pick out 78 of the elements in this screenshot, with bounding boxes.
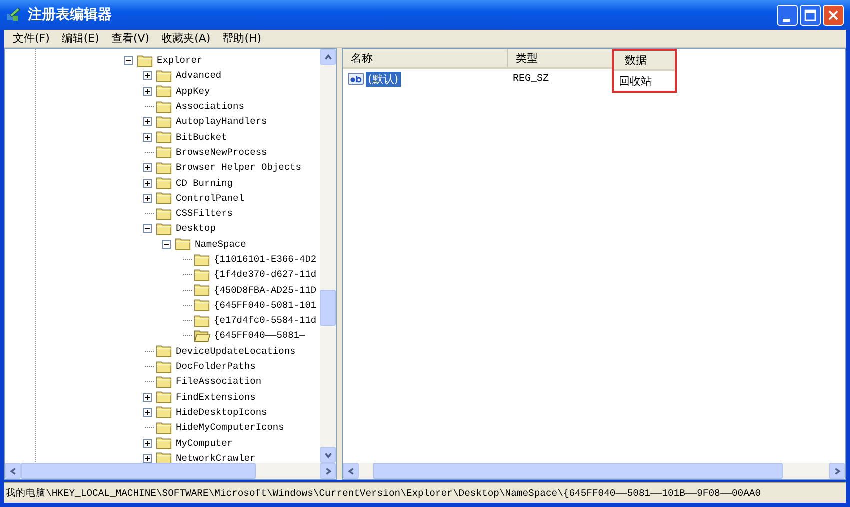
expand-icon[interactable] xyxy=(142,86,152,96)
chevron-left-icon xyxy=(346,466,356,476)
menu-item[interactable]: 查看(V) xyxy=(105,31,156,46)
expand-icon[interactable] xyxy=(142,408,152,417)
scroll-down-button[interactable] xyxy=(320,447,336,463)
tree-item[interactable]: HideDesktopIcons xyxy=(176,406,268,418)
horizontal-scrollbar[interactable] xyxy=(5,463,336,479)
scroll-left-button[interactable] xyxy=(343,463,359,479)
close-button[interactable] xyxy=(823,4,844,26)
expand-icon[interactable] xyxy=(142,132,152,142)
scroll-up-button[interactable] xyxy=(320,49,336,65)
maximize-button[interactable] xyxy=(800,4,821,26)
expand-icon[interactable] xyxy=(142,454,152,463)
chevron-right-icon xyxy=(832,466,842,476)
tree-item[interactable]: AppKey xyxy=(176,86,210,97)
table-cell: 回收站 xyxy=(619,74,652,88)
tree-item[interactable]: Associations xyxy=(176,101,244,112)
key-path: 我的电脑\HKEY_LOCAL_MACHINE\SOFTWARE\Microsoft\Windows\CurrentVersion\Explorer\Desktop\NameSpace\{645FF040——5081——101B——9F08——00AA0 xyxy=(6,486,762,500)
tree-item[interactable]: FindExtensions xyxy=(176,392,256,403)
expand-icon[interactable] xyxy=(142,438,152,448)
tree-item[interactable]: NetworkCrawler xyxy=(176,452,256,463)
menu-item[interactable]: 编辑(E) xyxy=(56,31,106,46)
tree-item[interactable]: {11016101-E366-4D2 xyxy=(214,254,317,265)
tree-item[interactable]: MyComputer xyxy=(176,438,234,449)
tree-item[interactable]: {645FF040——5081— xyxy=(214,330,306,342)
tree-item[interactable]: BrowseNewProcess xyxy=(176,146,268,158)
scroll-thumb[interactable] xyxy=(373,463,783,479)
horizontal-scrollbar[interactable] xyxy=(343,463,845,479)
scroll-right-button[interactable] xyxy=(320,463,336,479)
tree-item[interactable]: HideMyComputerIcons xyxy=(176,422,284,434)
tree-item[interactable]: FileAssociation xyxy=(176,376,262,388)
expand-icon[interactable] xyxy=(142,71,152,80)
scroll-right-button[interactable] xyxy=(829,463,845,479)
tree-item[interactable]: {e17d4fc0-5584-11d xyxy=(214,315,317,326)
value-name[interactable]: (默认) xyxy=(366,72,401,86)
tree-item[interactable]: ControlPanel xyxy=(176,192,244,204)
tree-item[interactable]: DocFolderPaths xyxy=(176,361,256,372)
tree-item[interactable]: AutoplayHandlers xyxy=(176,116,268,128)
string-value-icon xyxy=(348,72,364,86)
minimize-icon xyxy=(783,18,790,22)
expand-icon[interactable] xyxy=(142,392,152,402)
scroll-thumb[interactable] xyxy=(21,463,256,479)
column-header[interactable]: 名称 xyxy=(343,49,508,69)
registry-editor-icon xyxy=(6,7,22,23)
menu-item[interactable]: 收藏夹(A) xyxy=(156,31,217,46)
tree-item[interactable]: Explorer xyxy=(157,55,203,66)
tree-item[interactable]: NameSpace xyxy=(195,238,246,250)
chevron-up-icon xyxy=(324,52,332,62)
expand-icon[interactable] xyxy=(142,163,152,172)
vertical-scrollbar[interactable] xyxy=(320,49,336,463)
tree-item[interactable]: {1f4de370-d627-11d xyxy=(214,269,317,280)
menu-item[interactable]: 帮助(H) xyxy=(216,31,268,46)
chevron-right-icon xyxy=(324,466,332,476)
tree-item[interactable]: Desktop xyxy=(176,223,216,234)
chevron-left-icon xyxy=(8,466,18,476)
expand-icon[interactable] xyxy=(142,117,152,126)
expand-icon[interactable] xyxy=(142,194,152,203)
column-header[interactable]: 类型 xyxy=(508,49,615,69)
scroll-left-button[interactable] xyxy=(5,463,21,479)
expand-icon[interactable] xyxy=(142,178,152,188)
collapse-icon[interactable] xyxy=(162,240,170,249)
tree-item[interactable]: Advanced xyxy=(176,70,222,82)
collapse-icon[interactable] xyxy=(142,224,152,234)
tree-item[interactable]: CD Burning xyxy=(176,178,234,189)
menu-item[interactable]: 文件(F) xyxy=(7,31,56,46)
minimize-button[interactable] xyxy=(777,4,798,26)
column-header[interactable]: 数据 xyxy=(614,51,675,71)
tree-item[interactable]: BitBucket xyxy=(176,132,228,143)
chevron-down-icon xyxy=(324,450,332,460)
tree-item[interactable]: {450D8FBA-AD25-11D xyxy=(214,284,317,296)
tree-item[interactable]: CSSFilters xyxy=(176,208,234,220)
scroll-thumb[interactable] xyxy=(320,290,336,326)
collapse-icon[interactable] xyxy=(124,56,132,66)
tree-item[interactable]: Browser Helper Objects xyxy=(176,162,302,174)
tree-item[interactable]: DeviceUpdateLocations xyxy=(176,346,296,357)
table-cell: REG_SZ xyxy=(513,74,550,84)
window-title: 注册表编辑器 xyxy=(28,6,113,24)
tree-item[interactable]: {645FF040-5081-101 xyxy=(214,300,317,311)
